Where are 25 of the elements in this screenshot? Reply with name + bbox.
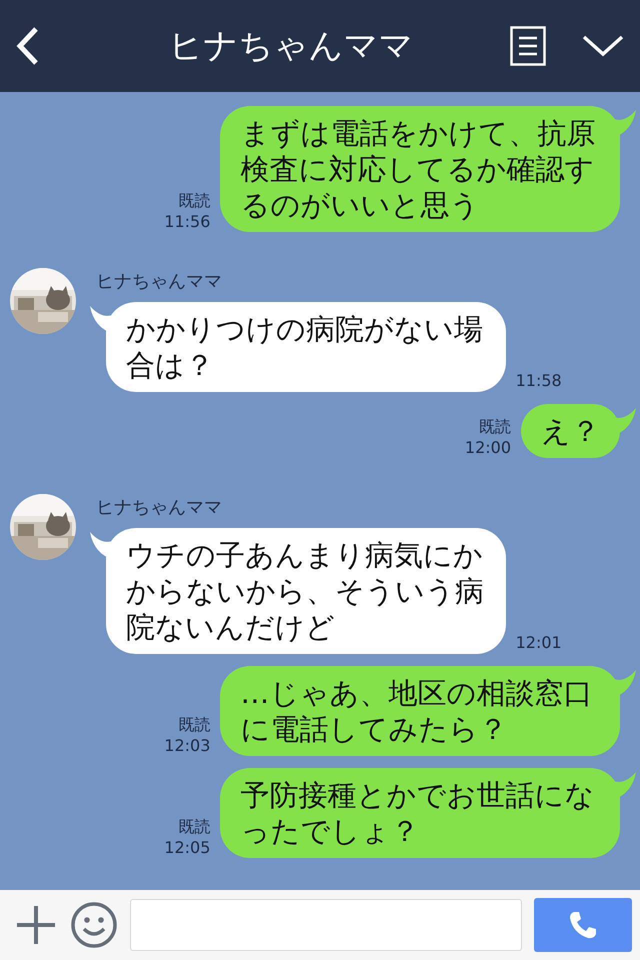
message-input[interactable] <box>130 899 522 951</box>
message-bubble: 予防接種とかでお世話になったでしょ？ <box>220 768 620 858</box>
message-bubble: まずは電話をかけて、抗原検査に対応してるか確認するのがいいと思う <box>220 106 620 232</box>
read-label: 既読 <box>479 416 511 437</box>
message-time: 12:03 <box>164 735 210 756</box>
smiley-icon[interactable] <box>70 901 118 949</box>
chat-title: ヒナちゃんママ <box>168 25 414 68</box>
message-time: 12:01 <box>516 633 562 652</box>
menu-icon[interactable] <box>510 26 546 66</box>
message-bubble: ウチの子あんまり病気にかからないから、そういう病院ないんだけど <box>106 528 506 654</box>
sender-name: ヒナちゃんママ <box>96 496 223 520</box>
plus-icon[interactable] <box>14 903 58 947</box>
phone-icon <box>568 910 598 940</box>
sender-name: ヒナちゃんママ <box>96 270 223 294</box>
message-time: 11:58 <box>516 371 562 390</box>
message-time: 12:00 <box>464 437 511 458</box>
message-bubble: …じゃあ、地区の相談窓口に電話してみたら？ <box>220 666 620 756</box>
read-label: 既読 <box>178 714 210 735</box>
read-label: 既読 <box>178 816 210 837</box>
message-bubble: かかりつけの病院がない場合は？ <box>106 302 506 392</box>
read-label: 既読 <box>178 190 210 211</box>
chevron-down-icon[interactable] <box>582 34 624 58</box>
message-time: 12:05 <box>164 837 210 858</box>
message-time: 11:56 <box>164 211 210 232</box>
call-button[interactable] <box>534 898 632 952</box>
